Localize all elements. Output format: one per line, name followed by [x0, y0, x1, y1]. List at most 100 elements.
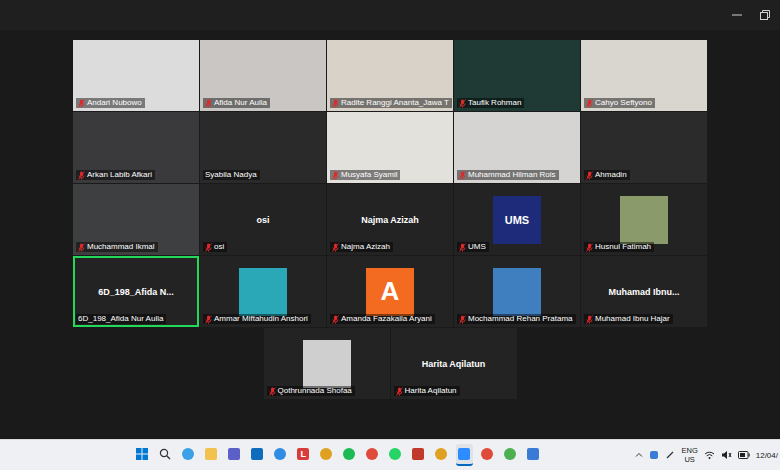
app-icon [435, 448, 447, 460]
app-icon [389, 448, 401, 460]
participant-name: Najma Azizah [357, 215, 423, 225]
muted-mic-icon [332, 99, 339, 108]
participant-tile[interactable]: Andari Nubowo [73, 40, 199, 111]
muted-mic-icon [205, 99, 212, 108]
gallery-row: Qothrunnada Shofaa Harita AqilatunHarita … [264, 328, 517, 399]
participant-tile[interactable]: AAmanda Fazakaila Aryani [327, 256, 453, 327]
app-icon [320, 448, 332, 460]
participant-tile[interactable]: Arkan Labib Afkari [73, 112, 199, 183]
participant-label: Afida Nur Aulia [203, 98, 270, 108]
taskbar-app[interactable] [249, 444, 266, 466]
participant-label-text: Muchammad Ikmal [87, 242, 155, 252]
participant-tile[interactable]: 6D_198_Afida N...6D_198_Afida Nur Aulia [73, 256, 199, 327]
battery-icon[interactable] [738, 451, 750, 459]
participant-tile[interactable]: Ammar Miftahudin Anshori [200, 256, 326, 327]
chevron-up-icon[interactable] [635, 451, 643, 459]
tray-app-icon[interactable] [649, 450, 659, 460]
system-tray: ENGUS 12/04/ [635, 446, 780, 464]
taskbar-app[interactable] [226, 444, 243, 466]
participant-tile[interactable]: Cahyo Seftyono [581, 40, 707, 111]
participant-avatar: A [366, 268, 414, 316]
participant-label: Husnul Fatimah [584, 242, 654, 252]
taskbar-app[interactable]: L [295, 444, 312, 466]
app-icon [527, 448, 539, 460]
participant-label: Ammar Miftahudin Anshori [203, 314, 311, 324]
muted-mic-icon [332, 315, 339, 324]
volume-icon[interactable] [721, 450, 732, 460]
app-icon [366, 448, 378, 460]
participant-label: Qothrunnada Shofaa [267, 386, 355, 396]
taskbar-app[interactable] [318, 444, 335, 466]
gallery-row: Andari Nubowo Afida Nur Aulia Radite Rangg… [73, 40, 707, 111]
participant-label-text: Andari Nubowo [87, 98, 142, 108]
participant-tile[interactable]: osiosi [200, 184, 326, 255]
participant-tile[interactable]: UMSUMS [454, 184, 580, 255]
taskbar-app[interactable] [180, 444, 197, 466]
muted-mic-icon [586, 171, 593, 180]
participant-label: Andari Nubowo [76, 98, 145, 108]
region-text: US [684, 455, 694, 464]
taskbar-app[interactable] [502, 444, 519, 466]
muted-mic-icon [332, 243, 339, 252]
wifi-icon[interactable] [704, 450, 715, 460]
participant-tile[interactable]: Harita AqilatunHarita Aqilatun [391, 328, 517, 399]
participant-tile[interactable]: Musyafa Syamil [327, 112, 453, 183]
participant-tile[interactable]: Syabila Nadya [200, 112, 326, 183]
participant-avatar [493, 268, 541, 316]
taskbar-app[interactable] [364, 444, 381, 466]
participant-label: Muchammad Ikmal [76, 242, 158, 252]
taskbar-app[interactable] [157, 444, 174, 466]
participant-label-text: Amanda Fazakaila Aryani [341, 314, 432, 324]
language-indicator[interactable]: ENGUS [681, 446, 697, 464]
participant-tile[interactable]: Muhammad Hilman Rois [454, 112, 580, 183]
pen-icon[interactable] [665, 450, 675, 460]
muted-mic-icon [459, 315, 466, 324]
gallery-view: Andari Nubowo Afida Nur Aulia Radite Rangg… [0, 30, 780, 439]
participant-tile[interactable]: Mochammad Rehan Pratama [454, 256, 580, 327]
participant-tile[interactable]: Taufik Rohman [454, 40, 580, 111]
title-bar [0, 0, 780, 30]
app-icon [412, 448, 424, 460]
taskbar-app[interactable] [203, 444, 220, 466]
participant-label: Cahyo Seftyono [584, 98, 655, 108]
zoom-window: Andari Nubowo Afida Nur Aulia Radite Rangg… [0, 0, 780, 470]
participant-tile[interactable]: Muchammad Ikmal [73, 184, 199, 255]
taskbar-app[interactable] [433, 444, 450, 466]
app-icon [205, 448, 217, 460]
taskbar: L ENGUS 12/04/ [0, 439, 780, 470]
participant-label: Arkan Labib Afkari [76, 170, 155, 180]
participant-label-text: 6D_198_Afida Nur Aulia [78, 314, 163, 324]
date-text[interactable]: 12/04/ [756, 451, 778, 460]
taskbar-app[interactable] [479, 444, 496, 466]
participant-label-text: Cahyo Seftyono [595, 98, 652, 108]
app-icon [481, 448, 493, 460]
restore-icon[interactable] [760, 10, 770, 20]
muted-mic-icon [586, 99, 593, 108]
muted-mic-icon [78, 243, 85, 252]
participant-avatar: UMS [493, 196, 541, 244]
participant-label: Taufik Rohman [457, 98, 524, 108]
participant-tile[interactable]: Husnul Fatimah [581, 184, 707, 255]
taskbar-app[interactable] [341, 444, 358, 466]
participant-tile[interactable]: Radite Ranggi Ananta_Jawa T [327, 40, 453, 111]
participant-label: Amanda Fazakaila Aryani [330, 314, 435, 324]
minimize-icon[interactable] [732, 10, 742, 20]
search-icon [159, 448, 171, 460]
participant-tile[interactable]: Najma AzizahNajma Azizah [327, 184, 453, 255]
participant-tile[interactable]: Ahmadin [581, 112, 707, 183]
participant-tile[interactable]: Qothrunnada Shofaa [264, 328, 390, 399]
taskbar-app[interactable] [272, 444, 289, 466]
participant-tile[interactable]: Muhamad Ibnu...Muhamad Ibnu Hajar [581, 256, 707, 327]
taskbar-app[interactable] [134, 444, 151, 466]
taskbar-app[interactable] [525, 444, 542, 466]
participant-label-text: Taufik Rohman [468, 98, 521, 108]
app-icon: L [297, 448, 309, 460]
participant-label: Ahmadin [584, 170, 630, 180]
participant-tile[interactable]: Afida Nur Aulia [200, 40, 326, 111]
participant-name: Harita Aqilatun [418, 359, 490, 369]
participant-label-text: Ammar Miftahudin Anshori [214, 314, 308, 324]
taskbar-app[interactable] [456, 444, 473, 466]
app-icon [504, 448, 516, 460]
taskbar-app[interactable] [410, 444, 427, 466]
taskbar-app[interactable] [387, 444, 404, 466]
